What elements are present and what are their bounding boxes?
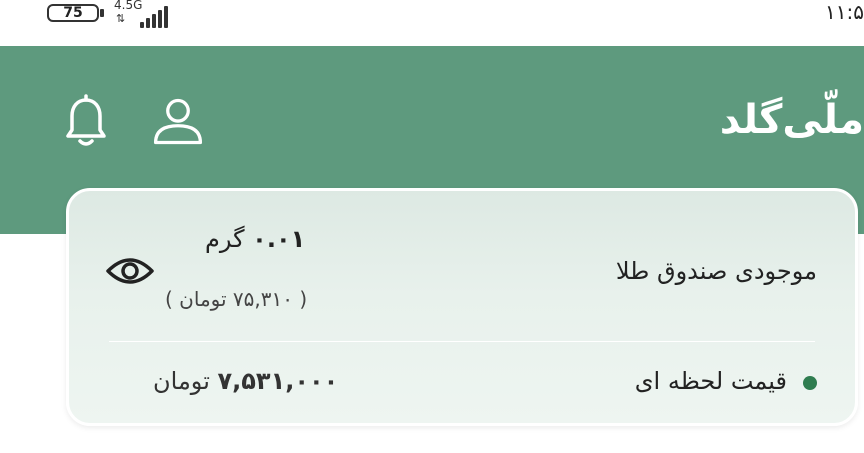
live-indicator-dot xyxy=(803,376,817,390)
app-logo: ملّی‌گلد xyxy=(719,97,864,143)
gram-balance: ۰.۰۱ گرم xyxy=(205,225,305,253)
battery-tip xyxy=(100,9,104,17)
live-price-unit: تومان xyxy=(153,367,210,395)
signal-icon: ⇅ xyxy=(116,6,176,28)
gram-unit: گرم xyxy=(205,225,245,253)
profile-button[interactable] xyxy=(150,92,206,152)
eye-icon xyxy=(106,258,154,284)
live-price-amount: ۷,۵۳۱,۰۰۰ xyxy=(217,367,339,395)
notifications-button[interactable] xyxy=(58,92,114,152)
live-price-label: قیمت لحظه ای xyxy=(634,367,787,395)
toman-equivalent: ( ۷۵,۳۱۰ تومان ) xyxy=(165,287,308,311)
gram-amount: ۰.۰۱ xyxy=(252,225,306,253)
clock: ۱۱:۵ xyxy=(825,0,864,24)
fund-balance-label: موجودی صندوق طلا xyxy=(615,257,817,285)
gold-fund-card: موجودی صندوق طلا ۰.۰۱ گرم ( ۷۵,۳۱۰ تومان… xyxy=(66,188,858,426)
live-price: ۷,۵۳۱,۰۰۰ تومان xyxy=(153,367,338,395)
bell-icon xyxy=(66,94,106,146)
battery-indicator: 75 xyxy=(47,4,99,22)
user-icon xyxy=(153,98,203,145)
card-divider xyxy=(109,341,815,342)
battery-level: 75 xyxy=(63,5,83,21)
status-bar: 75 4.5G ⇅ ۱۱:۵ xyxy=(0,0,864,44)
toggle-visibility-button[interactable] xyxy=(105,251,155,291)
